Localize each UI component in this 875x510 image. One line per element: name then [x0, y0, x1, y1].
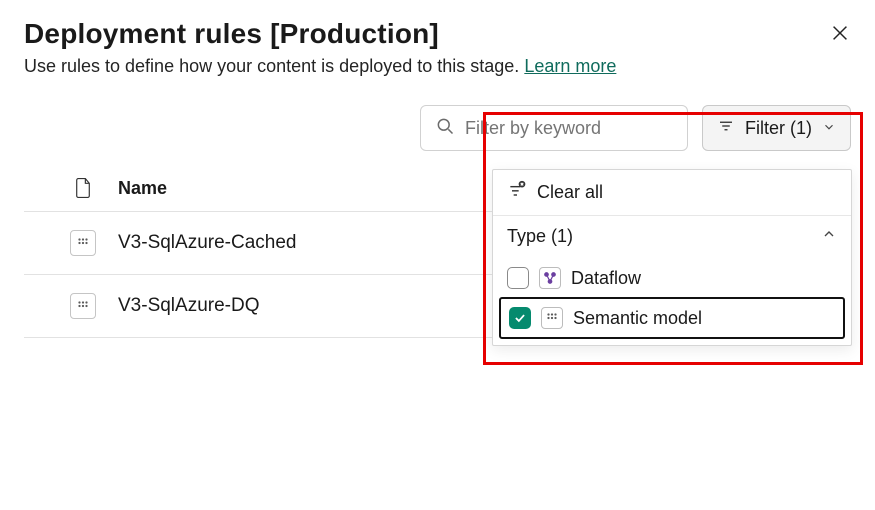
header-type-icon — [48, 177, 118, 199]
filter-dropdown: Clear all Type (1) Dataflow — [492, 169, 852, 346]
chevron-down-icon — [822, 118, 836, 139]
semantic-model-icon — [541, 307, 563, 329]
clear-filter-icon — [507, 180, 527, 205]
clear-all-label: Clear all — [537, 182, 603, 203]
chevron-up-icon — [821, 226, 837, 247]
page-title: Deployment rules [Production] — [24, 18, 439, 50]
filter-option-dataflow[interactable]: Dataflow — [499, 259, 845, 297]
type-header-label: Type (1) — [507, 226, 573, 247]
semantic-model-icon — [70, 293, 96, 319]
semantic-model-icon — [70, 230, 96, 256]
checkbox-unchecked[interactable] — [507, 267, 529, 289]
option-label: Dataflow — [571, 268, 641, 289]
filter-button-label: Filter (1) — [745, 118, 812, 139]
search-input[interactable] — [463, 117, 673, 140]
search-icon — [435, 116, 455, 141]
close-icon[interactable] — [829, 22, 851, 49]
checkbox-checked[interactable] — [509, 307, 531, 329]
dataflow-icon — [539, 267, 561, 289]
toolbar: Filter (1) — [24, 105, 851, 151]
filter-option-semantic-model[interactable]: Semantic model — [499, 297, 845, 339]
option-label: Semantic model — [573, 308, 702, 329]
type-section-header[interactable]: Type (1) — [493, 216, 851, 257]
clear-all-button[interactable]: Clear all — [493, 170, 851, 216]
learn-more-link[interactable]: Learn more — [524, 56, 616, 76]
type-options: Dataflow Semantic model — [493, 257, 851, 345]
page-subtitle: Use rules to define how your content is … — [24, 56, 851, 77]
search-input-wrapper[interactable] — [420, 105, 688, 151]
filter-button[interactable]: Filter (1) — [702, 105, 851, 151]
filter-icon — [717, 117, 735, 140]
